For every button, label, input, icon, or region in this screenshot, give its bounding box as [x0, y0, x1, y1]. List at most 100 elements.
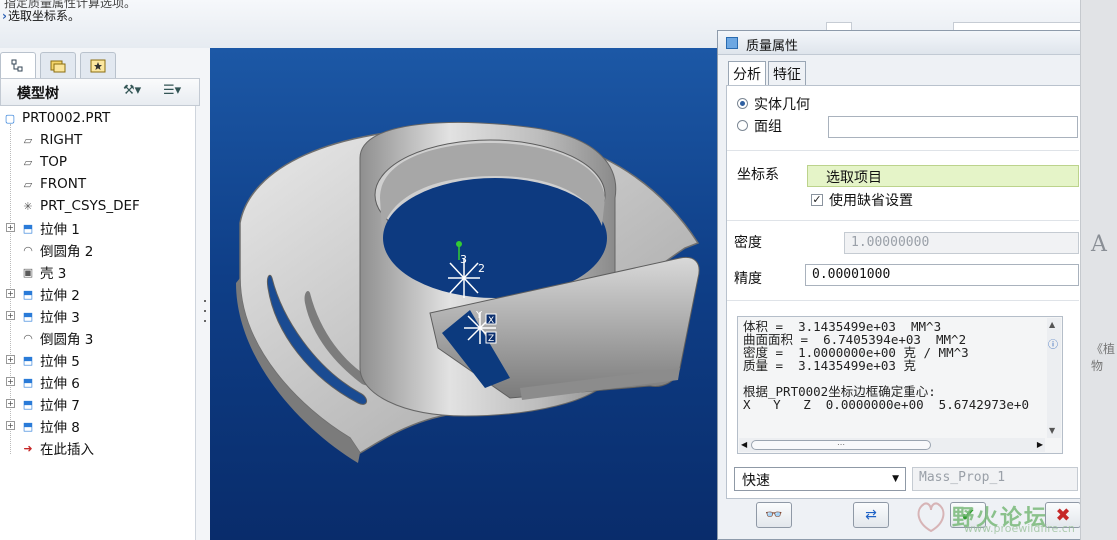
scroll-down-icon[interactable]: ▼ [1049, 426, 1055, 435]
model-tree: ▢ PRT0002.PRT ▱ RIGHT ▱ TOP ▱ FRONT ✳ PRT_CSYS_DE… [0, 106, 196, 540]
density-field: 1.00000000 [844, 232, 1079, 254]
round-icon: ◠ [23, 243, 33, 257]
expand-icon[interactable]: + [6, 399, 15, 408]
tree-node[interactable]: + ⬒ 拉伸 3 [6, 306, 80, 326]
dialog-title: 质量属性 [746, 39, 799, 54]
tree-node-label: FRONT [40, 176, 87, 192]
results-area[interactable]: 体积 = 3.1435499e+03 MM^3 曲面面积 = 6.7405394… [737, 316, 1063, 454]
tree-node[interactable]: ▢ PRT0002.PRT [2, 108, 110, 128]
tree-node[interactable]: ✳ PRT_CSYS_DEF [20, 196, 140, 216]
tree-node-label: PRT0002.PRT [22, 110, 111, 126]
radio-solid-geometry-label: 实体几何 [754, 97, 810, 113]
expand-icon[interactable]: + [6, 223, 15, 232]
accuracy-field[interactable]: 0.00001000 [805, 264, 1079, 286]
density-label: 密度 [734, 235, 762, 251]
model-tree-header: 模型树 ⚒▾ ☰▾ [0, 78, 200, 106]
graphics-viewport[interactable]: 3 2 Y X Z [210, 48, 722, 540]
tree-node[interactable]: + ⬒ 拉伸 8 [6, 416, 80, 436]
dialog-titlebar[interactable]: 质量属性 [718, 31, 1086, 55]
tree-node-label: TOP [40, 154, 68, 170]
extrude-icon: ⬒ [22, 397, 34, 411]
extrude-icon: ⬒ [22, 309, 34, 323]
coordinate-system-icon: ✳ [23, 199, 33, 213]
tree-node-label: 倒圆角 2 [40, 244, 94, 260]
results-vertical-scrollbar[interactable]: ▲ ▼ ⓘ [1047, 318, 1061, 438]
extrude-icon: ⬒ [22, 353, 34, 367]
tree-node[interactable]: ▱ TOP [20, 152, 67, 172]
use-default-checkbox[interactable]: ✓ [811, 194, 823, 206]
scroll-left-icon[interactable]: ◀ [741, 440, 747, 449]
expand-icon[interactable]: + [6, 289, 15, 298]
accuracy-label: 精度 [734, 271, 762, 287]
use-default-label: 使用缺省设置 [829, 193, 913, 209]
font-letter-icon[interactable]: A [1091, 232, 1107, 257]
radio-solid-geometry[interactable] [737, 98, 748, 109]
tree-node[interactable]: ▱ RIGHT [20, 130, 82, 150]
tree-node[interactable]: ◠ 倒圆角 2 [20, 240, 94, 261]
tree-node[interactable]: ◠ 倒圆角 3 [20, 328, 93, 349]
scroll-right-icon[interactable]: ▶ [1037, 440, 1043, 449]
extrude-icon: ⬒ [22, 287, 34, 301]
radio-quilt[interactable] [737, 120, 748, 131]
tree-node-label: 拉伸 5 [40, 354, 80, 370]
tree-columns-icon[interactable]: ☰▾ [163, 83, 181, 98]
tree-node-label: 拉伸 1 [40, 222, 80, 238]
csys-label-z: Z [488, 334, 494, 344]
prompt-arrow-icon: › [2, 9, 7, 23]
expand-icon[interactable]: + [6, 311, 15, 320]
watermark-logo [917, 502, 945, 533]
refresh-icon: ⇄ [865, 507, 877, 523]
tree-node[interactable]: ▱ FRONT [20, 174, 86, 194]
results-horizontal-scrollbar[interactable]: ◀ ⋯ ▶ [739, 438, 1045, 452]
tree-node[interactable]: ➜ 在此插入 [20, 438, 94, 459]
separator [727, 300, 1079, 301]
expand-icon[interactable]: + [6, 355, 15, 364]
extrude-icon: ⬒ [22, 221, 34, 235]
cylinder-bore [383, 178, 607, 298]
quilt-field[interactable] [828, 116, 1078, 138]
tree-node[interactable]: + ⬒ 拉伸 1 [6, 218, 80, 238]
right-strip-text: 《植物 [1091, 342, 1116, 373]
folder-browser-tab-icon[interactable] [40, 52, 76, 78]
tree-node[interactable]: + ⬒ 拉伸 2 [6, 284, 80, 304]
preview-button[interactable]: 👓 [756, 502, 792, 528]
analysis-name-field: Mass_Prop_1 [912, 467, 1078, 491]
insert-here-icon: ➜ [23, 441, 33, 455]
tree-node-label: 壳 3 [40, 266, 67, 282]
tree-node[interactable]: + ⬒ 拉伸 7 [6, 394, 80, 414]
navigator-tabs [0, 52, 205, 78]
chevron-down-icon: ▼ [892, 474, 899, 484]
separator [727, 220, 1079, 221]
csys-label-x: X [488, 316, 494, 326]
tree-node-label: RIGHT [40, 132, 83, 148]
favorites-tab-icon[interactable] [80, 52, 116, 78]
tree-node-label: PRT_CSYS_DEF [40, 198, 140, 214]
tree-node[interactable]: ▣ 壳 3 [20, 262, 67, 283]
expand-icon[interactable]: + [6, 377, 15, 386]
glasses-icon: 👓 [765, 507, 783, 523]
mode-select[interactable]: 快速 ▼ [734, 467, 906, 491]
tab-feature[interactable]: 特征 [768, 61, 806, 85]
tree-node[interactable]: + ⬒ 拉伸 5 [6, 350, 80, 370]
model-tree-title: 模型树 [17, 86, 59, 102]
csys-label-2: 2 [478, 262, 485, 275]
scroll-up-icon[interactable]: ▲ [1049, 320, 1055, 329]
tree-node-label: 拉伸 3 [40, 310, 80, 326]
mode-select-value: 快速 [742, 473, 770, 489]
part-icon: ▢ [4, 111, 16, 125]
csys-collector[interactable]: 选取项目 [807, 165, 1079, 187]
tree-node[interactable]: + ⬒ 拉伸 6 [6, 372, 80, 392]
shell-icon: ▣ [22, 265, 34, 279]
navigator-splitter[interactable] [201, 248, 209, 398]
datum-plane-icon: ▱ [23, 177, 33, 191]
scroll-thumb[interactable]: ⋯ [751, 440, 931, 450]
tab-analysis[interactable]: 分析 [728, 61, 766, 85]
expand-icon[interactable]: + [6, 421, 15, 430]
model-tree-tab-icon[interactable] [0, 52, 36, 78]
message-prompt-text: 选取坐标系。 [7, 9, 80, 23]
repeat-button[interactable]: ⇄ [853, 502, 889, 528]
tree-settings-icon[interactable]: ⚒▾ [123, 83, 141, 98]
datum-plane-icon: ▱ [23, 155, 33, 169]
extrude-icon: ⬒ [22, 375, 34, 389]
csys-label-y: Y [475, 310, 483, 321]
